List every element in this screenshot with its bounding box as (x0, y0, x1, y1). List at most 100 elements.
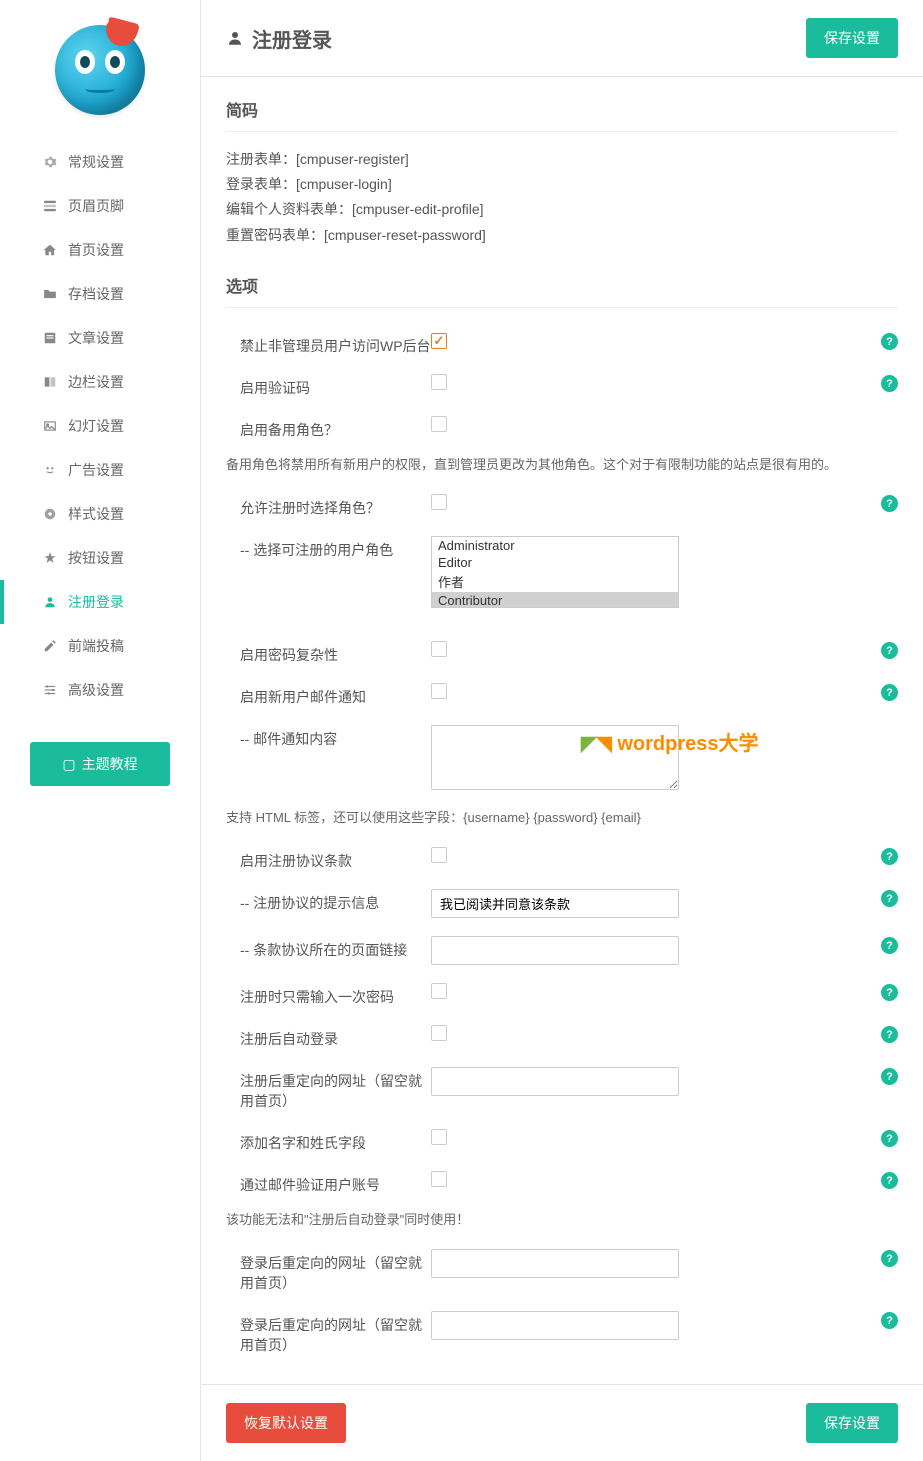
role-option[interactable]: Administrator (432, 537, 678, 554)
option-register-redirect-input[interactable] (431, 1067, 679, 1096)
role-option[interactable]: Editor (432, 554, 678, 571)
sidebar-item-frontend-post[interactable]: 前端投稿 (0, 624, 200, 668)
role-option[interactable]: Contributor (432, 592, 678, 608)
help-icon[interactable]: ? (881, 1068, 898, 1085)
help-icon[interactable]: ? (881, 495, 898, 512)
sidebar-item-buttons[interactable]: 按钮设置 (0, 536, 200, 580)
option-login-redirect1-input[interactable] (431, 1249, 679, 1278)
help-icon[interactable]: ? (881, 375, 898, 392)
user-icon (42, 594, 58, 610)
sidebar-item-label: 存档设置 (68, 284, 124, 304)
sidebar-item-style[interactable]: 样式设置 (0, 492, 200, 536)
palette-icon (42, 506, 58, 522)
help-icon[interactable]: ? (881, 1026, 898, 1043)
help-icon[interactable]: ? (881, 333, 898, 350)
sidebar-item-label: 前端投稿 (68, 636, 124, 656)
page-header: 注册登录 保存设置 (201, 0, 923, 77)
pencil-icon (42, 638, 58, 654)
sidebar-item-post[interactable]: 文章设置 (0, 316, 200, 360)
sidebar-item-label: 常规设置 (68, 152, 124, 172)
book-icon: ▢ (62, 756, 75, 772)
option-backup-role-checkbox[interactable] (431, 416, 447, 432)
help-icon[interactable]: ? (881, 684, 898, 701)
shortcode-reset-password: 重置密码表单：[cmpuser-reset-password] (226, 223, 898, 248)
sidebar-item-label: 边栏设置 (68, 372, 124, 392)
help-icon[interactable]: ? (881, 1312, 898, 1329)
help-icon[interactable]: ? (881, 848, 898, 865)
option-email-content-textarea[interactable] (431, 725, 679, 790)
sidebar-item-label: 页眉页脚 (68, 196, 124, 216)
page-title-text: 注册登录 (252, 24, 332, 53)
shortcode-list: 注册表单：[cmpuser-register] 登录表单：[cmpuser-lo… (226, 147, 898, 248)
role-option[interactable]: 作者 (432, 571, 678, 592)
option-login-redirect1-label: 登录后重定向的网址（留空就用首页） (226, 1249, 431, 1293)
sidebar-item-label: 高级设置 (68, 680, 124, 700)
logo-avatar (55, 25, 145, 115)
sidebar-item-sidebar[interactable]: 边栏设置 (0, 360, 200, 404)
option-allow-role-checkbox[interactable] (431, 494, 447, 510)
sidebar-item-home[interactable]: 首页设置 (0, 228, 200, 272)
option-single-password-checkbox[interactable] (431, 983, 447, 999)
document-icon (42, 330, 58, 346)
help-icon[interactable]: ? (881, 1172, 898, 1189)
image-icon (42, 418, 58, 434)
help-icon[interactable]: ? (881, 1130, 898, 1147)
option-terms-hint-label: -- 注册协议的提示信息 (226, 889, 431, 913)
save-button-top[interactable]: 保存设置 (806, 18, 898, 58)
shortcode-edit-profile: 编辑个人资料表单：[cmpuser-edit-profile] (226, 197, 898, 222)
help-icon[interactable]: ? (881, 937, 898, 954)
option-captcha-label: 启用验证码 (226, 374, 431, 398)
option-new-user-email-checkbox[interactable] (431, 683, 447, 699)
option-auto-login-checkbox[interactable] (431, 1025, 447, 1041)
sidebar-item-label: 首页设置 (68, 240, 124, 260)
option-terms-link-label: -- 条款协议所在的页面链接 (226, 936, 431, 960)
option-roles-multiselect[interactable]: Administrator Editor 作者 Contributor (431, 536, 679, 608)
columns-icon (42, 374, 58, 390)
home-icon (42, 242, 58, 258)
help-icon[interactable]: ? (881, 984, 898, 1001)
option-terms-link-input[interactable] (431, 936, 679, 965)
option-backup-role-note: 备用角色将禁用所有新用户的权限，直到管理员更改为其他角色。这个对于有限制功能的站… (226, 454, 898, 473)
page-footer: 恢复默认设置 保存设置 (201, 1384, 923, 1461)
gear-icon (42, 154, 58, 170)
star-icon (42, 550, 58, 566)
option-terms-hint-input[interactable] (431, 889, 679, 918)
shortcode-register: 注册表单：[cmpuser-register] (226, 147, 898, 172)
option-password-complexity-checkbox[interactable] (431, 641, 447, 657)
option-email-verify-checkbox[interactable] (431, 1171, 447, 1187)
theme-tutorial-button[interactable]: ▢主题教程 (30, 742, 170, 786)
help-icon[interactable]: ? (881, 890, 898, 907)
sidebar-item-ads[interactable]: 广告设置 (0, 448, 200, 492)
main-panel: 注册登录 保存设置 简码 注册表单：[cmpuser-register] 登录表… (200, 0, 923, 1461)
option-add-name-fields-label: 添加名字和姓氏字段 (226, 1129, 431, 1153)
option-email-verify-note: 该功能无法和"注册后自动登录"同时使用！ (226, 1209, 898, 1228)
option-allow-role-label: 允许注册时选择角色？ (226, 494, 431, 518)
sidebar-item-register-login[interactable]: 注册登录 (0, 580, 200, 624)
sidebar-item-advanced[interactable]: 高级设置 (0, 668, 200, 712)
option-add-name-fields-checkbox[interactable] (431, 1129, 447, 1145)
sidebar-item-slider[interactable]: 幻灯设置 (0, 404, 200, 448)
option-register-redirect-label: 注册后重定向的网址（留空就用首页） (226, 1067, 431, 1111)
option-terms-checkbox[interactable] (431, 847, 447, 863)
reset-button[interactable]: 恢复默认设置 (226, 1403, 346, 1443)
help-icon[interactable]: ? (881, 1250, 898, 1267)
option-login-redirect2-input[interactable] (431, 1311, 679, 1340)
option-email-verify-label: 通过邮件验证用户账号 (226, 1171, 431, 1195)
option-captcha-checkbox[interactable] (431, 374, 447, 390)
folder-icon (42, 286, 58, 302)
sidebar-menu: 常规设置 页眉页脚 首页设置 存档设置 文章设置 边栏设置 幻灯设置 广告设置 … (0, 140, 200, 712)
save-button-bottom[interactable]: 保存设置 (806, 1403, 898, 1443)
sidebar: 常规设置 页眉页脚 首页设置 存档设置 文章设置 边栏设置 幻灯设置 广告设置 … (0, 0, 200, 1461)
option-backup-role-label: 启用备用角色？ (226, 416, 431, 440)
page-title: 注册登录 (226, 24, 332, 53)
user-icon (226, 29, 244, 47)
sidebar-item-header-footer[interactable]: 页眉页脚 (0, 184, 200, 228)
help-icon[interactable]: ? (881, 642, 898, 659)
option-block-nonadmin-checkbox[interactable] (431, 333, 447, 349)
sidebar-item-archive[interactable]: 存档设置 (0, 272, 200, 316)
shortcode-login: 登录表单：[cmpuser-login] (226, 172, 898, 197)
option-auto-login-label: 注册后自动登录 (226, 1025, 431, 1049)
option-password-complexity-label: 启用密码复杂性 (226, 641, 431, 665)
option-block-nonadmin-label: 禁止非管理员用户访问WP后台 (226, 332, 431, 356)
sidebar-item-general[interactable]: 常规设置 (0, 140, 200, 184)
